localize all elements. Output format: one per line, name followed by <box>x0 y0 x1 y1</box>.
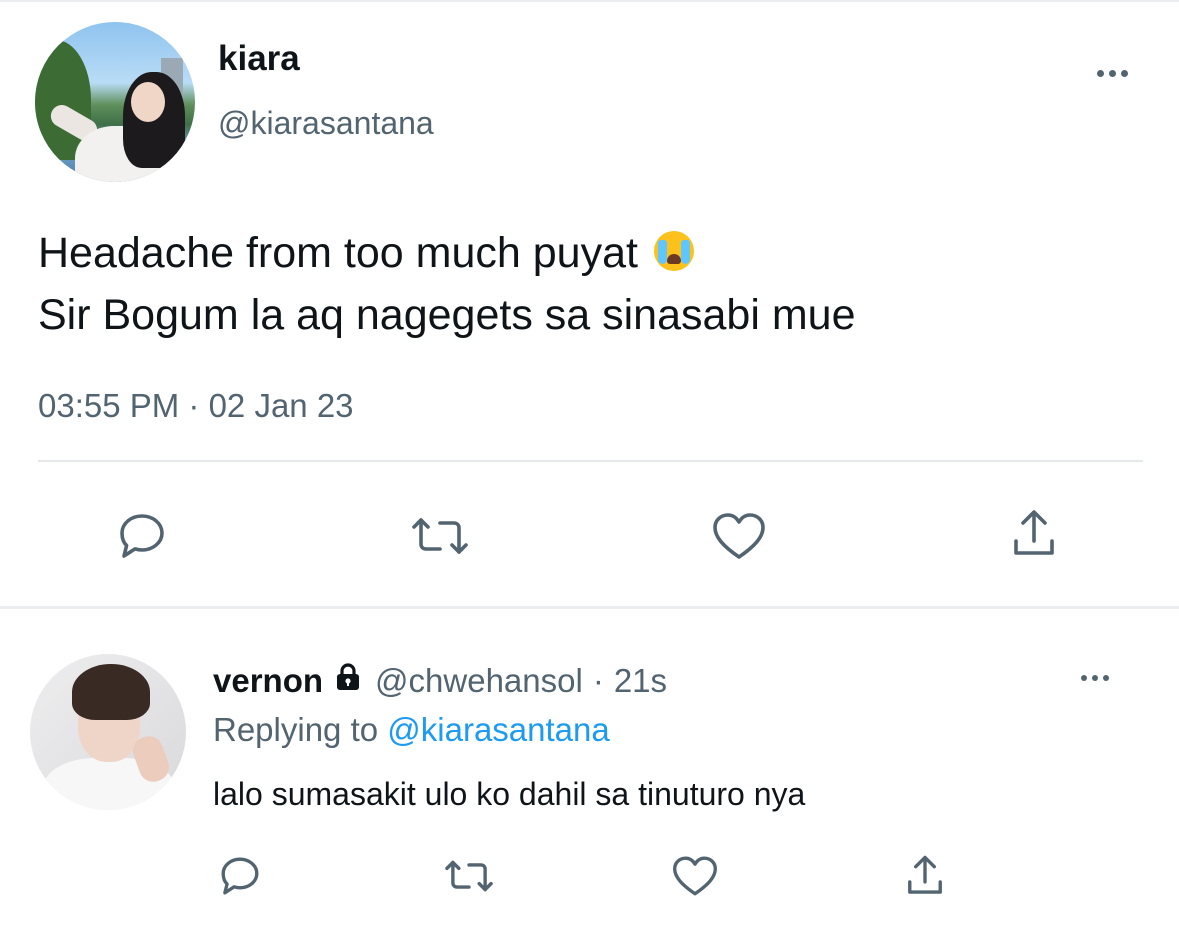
more-options-icon[interactable] <box>1097 70 1128 77</box>
author-display-name[interactable]: kiara <box>218 38 300 80</box>
divider <box>38 460 1143 462</box>
tweet-timestamp[interactable]: 03:55 PM · 02 Jan 23 <box>38 386 354 426</box>
reply-like-icon[interactable] <box>665 850 725 902</box>
reply-header: vernon @chwehansol · 21s <box>213 660 667 702</box>
author-handle[interactable]: @kiarasantana <box>218 103 434 143</box>
loudly-crying-face-icon <box>653 231 694 271</box>
section-divider <box>0 606 1179 609</box>
tweet-text-line-2: Sir Bogum la aq nagegets sa sinasabi mue <box>38 291 856 339</box>
replying-to: Replying to @kiarasantana <box>213 709 610 751</box>
separator-dot: · <box>592 662 604 699</box>
top-border <box>0 0 1179 2</box>
avatar-vernon[interactable] <box>30 654 186 810</box>
replying-to-mention[interactable]: @kiarasantana <box>387 711 609 748</box>
reply-reply-icon[interactable] <box>214 850 266 902</box>
reply-text: lalo sumasakit ulo ko dahil sa tinuturo … <box>213 776 806 812</box>
retweet-icon[interactable] <box>400 506 480 566</box>
reply-time[interactable]: 21s <box>614 660 667 702</box>
avatar-kiara[interactable] <box>35 22 195 182</box>
reply-icon[interactable] <box>110 506 174 566</box>
replying-to-label: Replying to <box>213 711 379 748</box>
tweet-text: Headache from too much puyat Sir Bogum l… <box>38 222 855 346</box>
reply-handle[interactable]: @chwehansol <box>375 660 583 702</box>
lock-icon <box>333 660 363 702</box>
tweet-text-line-1: Headache from too much puyat <box>38 229 638 277</box>
like-icon[interactable] <box>704 506 774 566</box>
reply-display-name[interactable]: vernon <box>213 660 323 702</box>
reply-share-icon[interactable] <box>898 850 952 902</box>
share-icon[interactable] <box>1002 504 1066 564</box>
reply-more-options-icon[interactable] <box>1081 675 1109 681</box>
reply-retweet-icon[interactable] <box>437 850 501 902</box>
